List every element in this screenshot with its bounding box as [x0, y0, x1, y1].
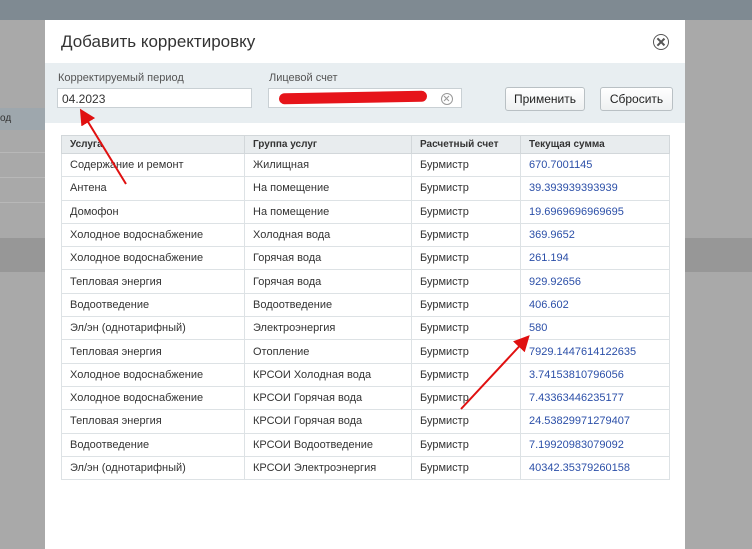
cell-current-sum[interactable]: 3.74153810796056: [520, 362, 670, 387]
clear-icon[interactable]: [441, 93, 453, 105]
cell-service: Содержание и ремонт: [61, 152, 245, 178]
cell-service: Тепловая энергия: [61, 269, 245, 294]
cell-current-sum[interactable]: 261.194: [520, 246, 670, 271]
cell-service: Холодное водоснабжение: [61, 222, 245, 248]
cell-account: Бурмистр: [411, 316, 521, 341]
cell-account: Бурмистр: [411, 246, 521, 271]
cell-service-group: Холодная вода: [244, 222, 412, 248]
add-correction-dialog: Добавить корректировку Корректируемый пе…: [45, 20, 685, 549]
table-row[interactable]: Тепловая энергия Горячая вода Бурмистр 929.…: [61, 269, 670, 294]
cell-service: Тепловая энергия: [61, 409, 245, 434]
account-label: Лицевой счет: [269, 72, 338, 84]
cell-account: Бурмистр: [411, 385, 521, 411]
header-service[interactable]: Услуга: [61, 135, 245, 154]
cell-service: Холодное водоснабжение: [61, 362, 245, 387]
cell-account: Бурмистр: [411, 152, 521, 178]
cell-service: Холодное водоснабжение: [61, 246, 245, 271]
table-row[interactable]: Эл/эн (однотарифный) КРСОИ Электроэнергия…: [61, 455, 670, 481]
redaction-mark: [278, 90, 428, 105]
cell-account: Бурмистр: [411, 432, 521, 457]
cell-account: Бурмистр: [411, 176, 521, 201]
cell-current-sum[interactable]: 670.7001145: [520, 152, 670, 178]
background-band: [0, 238, 45, 272]
cell-account: Бурмистр: [411, 199, 521, 224]
cell-current-sum[interactable]: 369.9652: [520, 222, 670, 248]
cell-service-group: КРСОИ Электроэнергия: [244, 455, 412, 481]
table-row[interactable]: Холодное водоснабжение КРСОИ Горячая вода…: [61, 385, 670, 411]
header-service-group[interactable]: Группа услуг: [244, 135, 412, 154]
table-row[interactable]: Холодное водоснабжение Холодная вода Бурми…: [61, 222, 670, 248]
cell-current-sum[interactable]: 7929.1447614122635: [520, 339, 670, 364]
cell-service: Тепловая энергия: [61, 339, 245, 364]
table-row[interactable]: Эл/эн (однотарифный) Электроэнергия Бурмис…: [61, 316, 670, 341]
filter-bar: Корректируемый период 04.2023 Лицевой сч…: [45, 63, 685, 123]
cell-current-sum[interactable]: 24.53829971279407: [520, 409, 670, 434]
table-row[interactable]: Содержание и ремонт Жилищная Бурмистр 670.7…: [61, 152, 670, 178]
table-row[interactable]: Антена На помещение Бурмистр 39.39393939393…: [61, 176, 670, 201]
close-icon[interactable]: [653, 34, 669, 50]
cell-account: Бурмистр: [411, 339, 521, 364]
background-band: [685, 238, 752, 272]
table-row[interactable]: Водоотведение КРСОИ Водоотведение Бурмистр…: [61, 432, 670, 457]
background-topbar: [0, 0, 752, 20]
table-row[interactable]: Тепловая энергия КРСОИ Горячая вода Бурмис…: [61, 409, 670, 434]
cell-current-sum[interactable]: 19.6969696969695: [520, 199, 670, 224]
header-current-sum[interactable]: Текущая сумма: [520, 135, 670, 154]
cell-service-group: Жилищная: [244, 152, 412, 178]
cell-service-group: Отопление: [244, 339, 412, 364]
cell-current-sum[interactable]: 40342.35379260158: [520, 455, 670, 481]
cell-service-group: Горячая вода: [244, 269, 412, 294]
cell-service: Эл/эн (однотарифный): [61, 316, 245, 341]
cell-current-sum[interactable]: 7.43363446235177: [520, 385, 670, 411]
cell-service-group: Водоотведение: [244, 292, 412, 318]
cell-service: Водоотведение: [61, 292, 245, 318]
cell-service-group: КРСОИ Горячая вода: [244, 409, 412, 434]
cell-current-sum[interactable]: 580: [520, 316, 670, 341]
dialog-title: Добавить корректировку: [61, 32, 256, 51]
header-account[interactable]: Расчетный счет: [411, 135, 521, 154]
cell-service-group: На помещение: [244, 176, 412, 201]
cell-service-group: На помещение: [244, 199, 412, 224]
account-input[interactable]: [268, 88, 462, 108]
reset-button[interactable]: Сбросить: [600, 87, 673, 111]
cell-current-sum[interactable]: 7.19920983079092: [520, 432, 670, 457]
table-row[interactable]: Домофон На помещение Бурмистр 19.6969696969…: [61, 199, 670, 224]
background-column-header: од: [0, 108, 45, 130]
cell-account: Бурмистр: [411, 269, 521, 294]
cell-current-sum[interactable]: 929.92656: [520, 269, 670, 294]
cell-service-group: Горячая вода: [244, 246, 412, 271]
cell-service: Домофон: [61, 199, 245, 224]
background-row: [0, 180, 45, 203]
cell-service-group: КРСОИ Водоотведение: [244, 432, 412, 457]
background-column-header-text: од: [0, 113, 12, 124]
cell-current-sum[interactable]: 406.602: [520, 292, 670, 318]
background-row: [0, 155, 45, 178]
cell-account: Бурмистр: [411, 362, 521, 387]
cell-service-group: КРСОИ Холодная вода: [244, 362, 412, 387]
cell-account: Бурмистр: [411, 455, 521, 481]
table-row[interactable]: Холодное водоснабжение КРСОИ Холодная вод…: [61, 362, 670, 387]
cell-account: Бурмистр: [411, 292, 521, 318]
period-input[interactable]: 04.2023: [57, 88, 252, 108]
table-header-row: Услуга Группа услуг Расчетный счет Текущ…: [61, 135, 670, 154]
cell-service-group: КРСОИ Горячая вода: [244, 385, 412, 411]
table-row[interactable]: Тепловая энергия Отопление Бурмистр 7929.14…: [61, 339, 670, 364]
cell-service: Водоотведение: [61, 432, 245, 457]
period-label: Корректируемый период: [58, 72, 184, 84]
cell-account: Бурмистр: [411, 222, 521, 248]
cell-service: Холодное водоснабжение: [61, 385, 245, 411]
table-row[interactable]: Холодное водоснабжение Горячая вода Бурмис…: [61, 246, 670, 271]
corrections-table: Услуга Группа услуг Расчетный счет Текущ…: [61, 135, 670, 481]
cell-service: Эл/эн (однотарифный): [61, 455, 245, 481]
background-row: [0, 130, 45, 153]
cell-account: Бурмистр: [411, 409, 521, 434]
cell-service-group: Электроэнергия: [244, 316, 412, 341]
table-row[interactable]: Водоотведение Водоотведение Бурмистр 406.60…: [61, 292, 670, 318]
cell-service: Антена: [61, 176, 245, 201]
apply-button[interactable]: Применить: [505, 87, 585, 111]
cell-current-sum[interactable]: 39.393939393939: [520, 176, 670, 201]
